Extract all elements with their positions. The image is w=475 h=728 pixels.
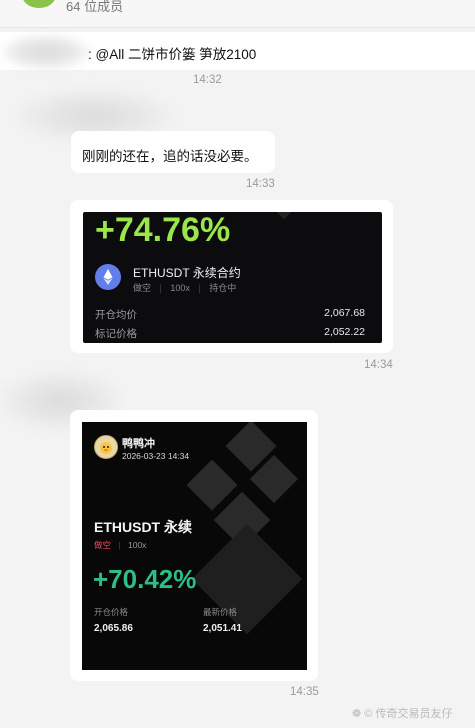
separator: | [118, 540, 121, 550]
eth-icon [95, 264, 121, 290]
share-datetime: 2026-03-23 14:34 [122, 451, 190, 461]
member-count: 64 位成员 [66, 0, 124, 14]
user-name: 鸭鸭冲 [122, 438, 155, 450]
share-card-image[interactable]: 鸭鸭冲 2026-03-23 14:34 ETHUSDT 永续 做空 | 100… [82, 422, 307, 670]
group-avatar[interactable] [22, 0, 56, 8]
status-label: 持仓中 [209, 283, 237, 293]
entry-price-value: 2,065.86 [94, 623, 133, 634]
timestamp: 14:35 [290, 686, 319, 698]
pair-name: ETHUSDT 永续合约 [133, 266, 241, 280]
timestamp: 14:34 [364, 359, 393, 371]
leverage-label: 100x [170, 283, 190, 293]
position-tags: 做空 | 100x [94, 539, 146, 551]
timestamp: 14:33 [246, 178, 275, 190]
watermark-icon: ❁ © [352, 708, 373, 720]
entry-price-label: 开仓价格 [94, 607, 129, 617]
message-text: 刚刚的还在，追的话没必要。 [82, 149, 258, 164]
timestamp: 14:32 [193, 74, 222, 86]
sender-name-blurred [0, 34, 92, 70]
chat-header: 64 位成员 [0, 0, 475, 28]
mark-price-label: 标记价格 [95, 328, 137, 340]
mark-price-value: 2,052.22 [324, 326, 365, 338]
watermark-text: 传奇交易员友仔 [375, 708, 453, 720]
entry-price-value: 2,067.68 [324, 307, 365, 319]
last-price-value: 2,051.41 [203, 623, 242, 634]
separator: | [159, 283, 162, 293]
separator: | [198, 283, 201, 293]
watermark: ❁ © 传奇交易员友仔 [352, 705, 452, 721]
pnl-percent: +74.76% [95, 212, 231, 249]
entry-price-label: 开仓均价 [95, 309, 137, 321]
user-avatar [94, 435, 118, 459]
leverage-label: 100x [127, 540, 147, 550]
last-price-label: 最新价格 [203, 607, 238, 617]
side-label: 做空 [94, 540, 112, 550]
message-text: : @All 二饼市价篓 笋放2100 [88, 47, 257, 62]
pair-name: ETHUSDT 永续 [94, 519, 192, 535]
bg-diamond [265, 212, 303, 220]
message-bubble[interactable]: 刚刚的还在，追的话没必要。 [71, 131, 275, 173]
side-label: 做空 [133, 283, 152, 293]
position-tags: 做空 | 100x | 持仓中 [133, 281, 236, 294]
pnl-percent: +70.42% [93, 564, 197, 594]
position-card-image[interactable]: +74.76% ETHUSDT 永续合约 做空 | 100x | 持仓中 开仓均… [83, 212, 382, 343]
